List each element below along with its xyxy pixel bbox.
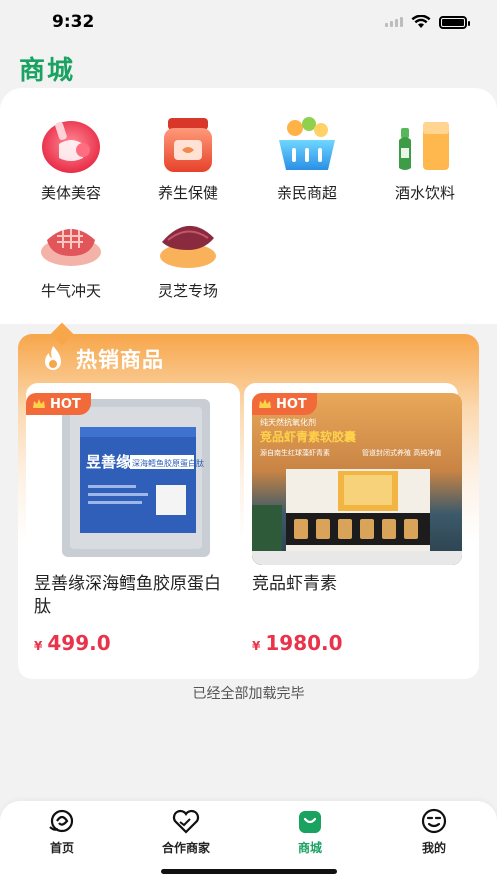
page-title: 商城: [19, 56, 76, 86]
lingzhi-icon: [160, 225, 216, 268]
hot-badge-label: HOT: [276, 396, 307, 412]
price-value: 1980.0: [265, 631, 343, 655]
category-beauty[interactable]: 美体美容: [12, 114, 130, 203]
currency-symbol: ¥: [252, 639, 261, 653]
status-time: 9:32: [52, 12, 95, 32]
tab-profile[interactable]: 我的: [379, 807, 489, 856]
price-value: 499.0: [47, 631, 111, 655]
beauty-icon: [42, 121, 100, 173]
hot-badge: HOT: [26, 393, 91, 415]
steak-icon: [41, 229, 101, 266]
category-label: 牛气冲天: [40, 282, 101, 300]
tab-label: 首页: [49, 841, 74, 855]
category-beef[interactable]: 牛气冲天: [12, 212, 130, 301]
package-line-2: 管道封闭式养殖 高纯净值: [362, 448, 441, 457]
category-health[interactable]: 养生保健: [129, 114, 247, 203]
product-image: 昱善缘 深海鳕鱼胶原蛋白肽: [26, 393, 240, 565]
package-title: 竞品虾青素软胶囊: [260, 429, 357, 444]
tab-label: 我的: [421, 841, 446, 855]
hot-products-header: 热销商品: [38, 344, 164, 374]
currency-symbol: ¥: [34, 639, 43, 653]
cellular-signal-icon: [385, 17, 403, 27]
home-swirl-icon: [49, 809, 74, 833]
crown-icon: [259, 399, 271, 408]
product-price: ¥1980.0: [252, 631, 343, 655]
status-bar: 9:32: [0, 0, 497, 44]
shop-bag-icon: [299, 811, 321, 833]
battery-icon: [439, 15, 470, 29]
category-label: 美体美容: [40, 184, 101, 202]
category-label: 灵芝专场: [157, 282, 218, 300]
category-drinks[interactable]: 酒水饮料: [366, 114, 484, 203]
load-complete-text: 已经全部加载完毕: [192, 686, 305, 702]
health-jar-icon: [164, 118, 212, 172]
tab-partners[interactable]: 合作商家: [131, 807, 241, 856]
category-label: 养生保健: [157, 184, 218, 202]
product-price: ¥499.0: [34, 631, 111, 655]
package-brand: 昱善缘: [86, 453, 131, 471]
product-image: 纯天然抗氧化剂 竞品虾青素软胶囊 源自南生红球藻虾青素 管道封闭式养殖 高纯净值: [252, 393, 462, 565]
product-name: 昱善缘深海鳕鱼胶原蛋白肽: [34, 574, 221, 617]
product-name: 竞品虾青素: [252, 574, 337, 594]
package-line-1: 源自南生红球藻虾青素: [260, 448, 330, 457]
tab-home[interactable]: 首页: [7, 807, 117, 856]
flame-icon: [45, 346, 61, 370]
category-label: 亲民商超: [276, 184, 337, 202]
drinks-icon: [399, 122, 449, 170]
hot-badge: HOT: [252, 393, 317, 415]
category-lingzhi[interactable]: 灵芝专场: [129, 212, 247, 301]
tab-shop[interactable]: 商城: [255, 807, 365, 856]
home-indicator: [161, 869, 337, 874]
profile-face-icon: [421, 808, 447, 834]
hot-products-title: 热销商品: [76, 348, 164, 372]
shopping-basket-icon: [279, 117, 335, 170]
hot-products-section: 热销商品 昱善缘 深海鳕鱼胶原蛋白肽 HOT 昱善缘深海鳕鱼胶原蛋白肽 ¥ 49…: [18, 334, 479, 679]
category-supermarket[interactable]: 亲民商超: [248, 114, 366, 203]
product-card[interactable]: 纯天然抗氧化剂 竞品虾青素软胶囊 源自南生红球藻虾青素 管道封闭式养殖 高纯净值: [244, 383, 462, 675]
package-text: 深海鳕鱼胶原蛋白肽: [132, 458, 204, 468]
partner-heart-icon: [172, 809, 200, 834]
tab-label: 商城: [297, 841, 322, 855]
tab-label: 合作商家: [161, 841, 210, 855]
status-icons: [385, 15, 470, 29]
crown-icon: [33, 399, 45, 408]
package-top-text: 纯天然抗氧化剂: [260, 417, 316, 427]
hot-badge-label: HOT: [50, 396, 81, 412]
product-photo: 纯天然抗氧化剂 竞品虾青素软胶囊 源自南生红球藻虾青素 管道封闭式养殖 高纯净值: [252, 393, 462, 565]
product-photo: 昱善缘 深海鳕鱼胶原蛋白肽: [26, 393, 240, 565]
category-panel: 美体美容 养生保健 亲民商超 酒水饮料 牛气冲天 灵芝专场: [0, 88, 497, 324]
wifi-icon: [411, 15, 431, 28]
category-label: 酒水饮料: [394, 184, 455, 202]
product-card[interactable]: 昱善缘 深海鳕鱼胶原蛋白肽 HOT 昱善缘深海鳕鱼胶原蛋白肽 ¥499.0: [26, 383, 240, 675]
